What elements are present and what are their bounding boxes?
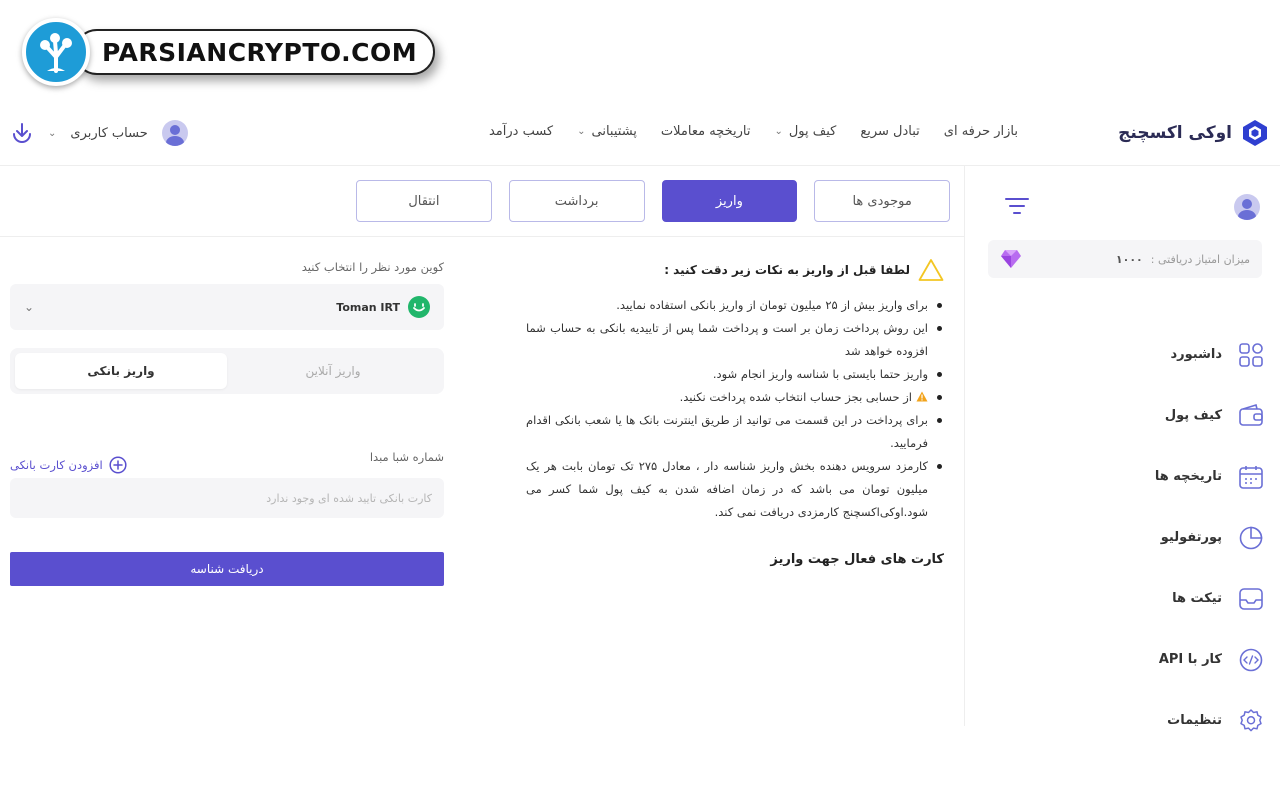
notes-header: لطفا قبل از واریز به نکات زیر دقت کنید : (526, 258, 944, 282)
note-item: برای پرداخت در این قسمت می توانید از طری… (526, 409, 944, 455)
account-area: ⌄ حساب کاربری (10, 120, 188, 146)
tab-balances[interactable]: موجودی ها (814, 180, 950, 222)
active-cards-title: کارت های فعال جهت واریز (770, 552, 944, 567)
notes-list: برای واریز بیش از ۲۵ میلیون تومان از وار… (526, 294, 944, 524)
nav-label: بازار حرفه ای (943, 124, 1018, 139)
watermark: PARSIANCRYPTO.COM (22, 16, 436, 88)
brand-logo-icon (1243, 120, 1267, 146)
gear-icon (1240, 708, 1262, 731)
note-item: از حسابی بجز حساب انتخاب شده پرداخت نکنی… (526, 386, 944, 409)
tree-logo-icon (22, 18, 90, 86)
sidebar-item-label: داشبورد (1170, 347, 1222, 362)
sidebar-item-wallet[interactable]: کیف پول (1124, 385, 1264, 446)
nav-label: کسب درآمد (488, 124, 554, 139)
nav-label: تبادل سریع (860, 124, 920, 139)
sidebar-item-settings[interactable]: تنظیمات (1124, 690, 1264, 751)
get-deposit-id-button[interactable]: دریافت شناسه (10, 552, 444, 586)
add-bank-card-label: افزودن کارت بانکی (10, 458, 103, 472)
wallet-icon (1239, 403, 1263, 426)
download-icon[interactable] (10, 121, 34, 145)
sidebar-item-api[interactable]: کار با API (1124, 629, 1264, 690)
tab-deposit[interactable]: واریز (661, 180, 798, 222)
score-value: ۱۰۰۰ (1115, 252, 1143, 266)
sidebar-item-label: تاریخچه ها (1154, 469, 1222, 484)
coin-select[interactable]: ⌄ Toman IRT (10, 284, 444, 330)
chevron-down-icon: ⌄ (577, 126, 586, 137)
toman-coin-icon (408, 296, 430, 318)
calendar-icon (1239, 465, 1263, 489)
nav-label: کیف پول (788, 124, 837, 139)
sidebar-item-portfolio[interactable]: پورتفولیو (1124, 507, 1264, 568)
note-item: برای واریز بیش از ۲۵ میلیون تومان از وار… (526, 294, 944, 317)
sidebar-item-label: پورتفولیو (1160, 530, 1222, 545)
avatar[interactable] (161, 120, 188, 146)
tab-withdraw[interactable]: برداشت (508, 180, 645, 222)
sidebar-item-label: کار با API (1158, 652, 1222, 667)
iban-label: شماره شبا مبدا (369, 450, 444, 464)
chevron-down-icon: ⌄ (774, 126, 783, 137)
coin-selected: Toman IRT (336, 296, 430, 318)
watermark-pill: PARSIANCRYPTO.COM (74, 29, 436, 75)
note-text: از حسابی بجز حساب انتخاب شده پرداخت نکنی… (679, 390, 912, 404)
divider (0, 236, 964, 237)
sidebar-item-tickets[interactable]: تیکت ها (1124, 568, 1264, 629)
iban-input[interactable] (10, 478, 444, 518)
note-item: کارمزد سرویس دهنده بخش واریز شناسه دار ،… (526, 455, 944, 524)
code-icon (1239, 648, 1263, 671)
seg-bank-deposit[interactable]: واریز بانکی (15, 353, 227, 389)
sidebar-item-history[interactable]: تاریخچه ها (1124, 446, 1264, 507)
sidebar-menu: داشبورد کیف پول تاریخچه ها پورتفولیو تیک… (1124, 324, 1264, 751)
main-nav: بازار حرفه ای تبادل سریع کیف پول ⌄ تاریخچ… (489, 124, 1018, 139)
sidebar-item-label: تنظیمات (1167, 713, 1222, 728)
score-label: میزان امتیاز دریافتی : (1150, 252, 1250, 266)
sidebar-item-label: کیف پول (1164, 408, 1222, 423)
plus-circle-icon (109, 456, 127, 474)
chevron-down-icon[interactable]: ⌄ (48, 128, 56, 139)
deposit-method-toggle: واریز آنلاین واریز بانکی (10, 348, 444, 394)
top-header: اوکی اکسچنج بازار حرفه ای تبادل سریع کیف… (0, 104, 1280, 166)
watermark-text: PARSIANCRYPTO.COM (102, 37, 418, 67)
account-label[interactable]: حساب کاربری (70, 126, 147, 141)
nav-support[interactable]: پشتیبانی ⌄ (577, 124, 637, 139)
inbox-icon (1239, 587, 1263, 610)
pie-chart-icon (1239, 526, 1263, 549)
note-item: واریز حتما بایستی با شناسه واریز انجام ش… (526, 363, 944, 386)
tab-transfer[interactable]: انتقال (356, 180, 492, 222)
add-bank-card-button[interactable]: افزودن کارت بانکی (10, 456, 127, 474)
warning-icon (918, 259, 944, 281)
chevron-down-icon: ⌄ (24, 300, 35, 314)
nav-trade-history[interactable]: تاریخچه معاملات (661, 124, 751, 139)
wallet-tabs: موجودی ها واریز برداشت انتقال (356, 180, 950, 222)
dashboard-icon (1239, 342, 1263, 367)
notes-title: لطفا قبل از واریز به نکات زیر دقت کنید : (664, 263, 910, 277)
gem-icon (1001, 250, 1021, 268)
brand-name: اوکی اکسچنج (1118, 123, 1232, 143)
seg-online-deposit[interactable]: واریز آنلاین (227, 353, 439, 389)
nav-label: تاریخچه معاملات (660, 124, 751, 139)
nav-pro-market[interactable]: بازار حرفه ای (944, 124, 1018, 139)
sidebar-item-dashboard[interactable]: داشبورد (1124, 324, 1264, 385)
note-item: این روش پرداخت زمان بر است و پرداخت شما … (526, 317, 944, 363)
coin-select-label: کوین مورد نظر را انتخاب کنید (301, 260, 444, 274)
sidebar: میزان امتیاز دریافتی : ۱۰۰۰ داشبورد کیف (964, 166, 1280, 731)
nav-quick-swap[interactable]: تبادل سریع (860, 124, 919, 139)
sidebar-item-label: تیکت ها (1172, 591, 1222, 606)
score-box: میزان امتیاز دریافتی : ۱۰۰۰ (988, 240, 1262, 278)
nav-label: پشتیبانی (591, 124, 637, 139)
deposit-notes: لطفا قبل از واریز به نکات زیر دقت کنید :… (526, 258, 944, 524)
coin-name: Toman IRT (336, 300, 400, 314)
brand[interactable]: اوکی اکسچنج (1118, 118, 1270, 148)
nav-earn[interactable]: کسب درآمد (489, 124, 553, 139)
filter-icon[interactable] (1004, 196, 1030, 216)
sidebar-avatar[interactable] (1234, 194, 1260, 220)
warning-small-icon (916, 391, 928, 402)
nav-wallet[interactable]: کیف پول ⌄ (774, 124, 836, 139)
